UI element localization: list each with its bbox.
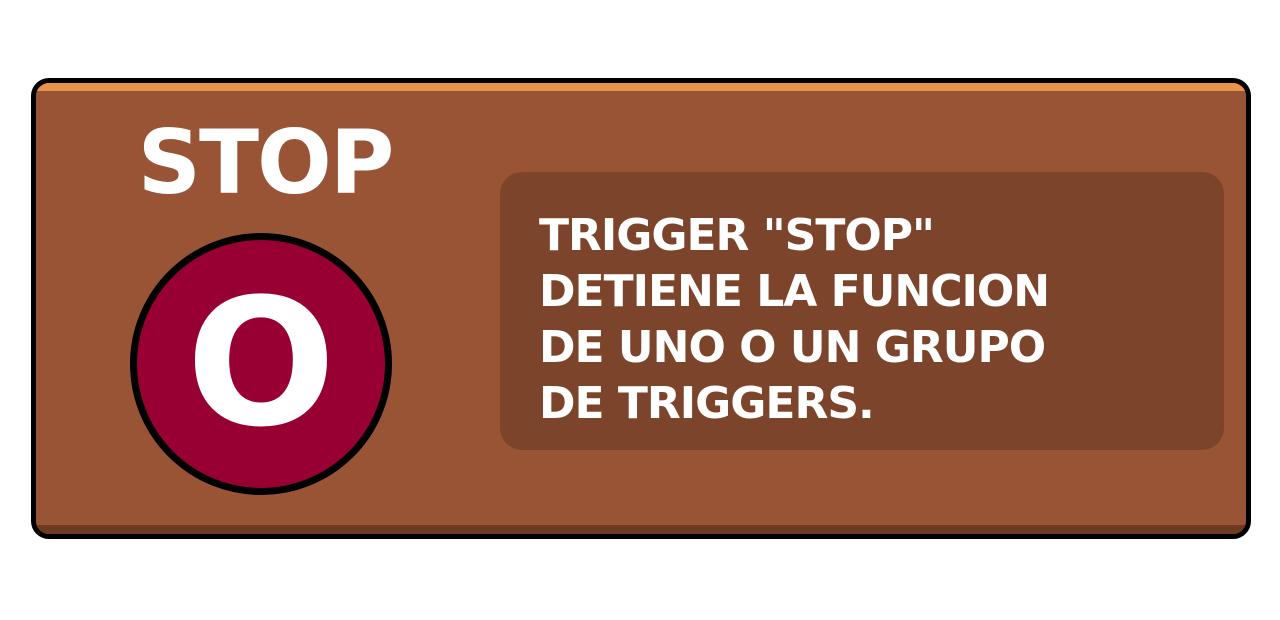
- description-line-1: TRIGGER "STOP": [539, 210, 935, 261]
- badge-letter: O: [186, 261, 336, 466]
- panel-top-highlight: [36, 83, 1246, 91]
- description-text: TRIGGER "STOP" DETIENE LA FUNCION DE UNO…: [539, 208, 1189, 432]
- description-line-2: DETIENE LA FUNCION: [539, 266, 1050, 317]
- trigger-title: STOP: [137, 111, 395, 214]
- description-box: TRIGGER "STOP" DETIENE LA FUNCION DE UNO…: [500, 172, 1224, 450]
- description-line-3: DE UNO O UN GRUPO: [539, 322, 1046, 373]
- trigger-info-panel: STOP O TRIGGER "STOP" DETIENE LA FUNCION…: [31, 78, 1251, 539]
- panel-bottom-shadow: [36, 525, 1246, 534]
- stop-trigger-icon: O: [130, 233, 392, 495]
- description-line-4: DE TRIGGERS.: [539, 378, 875, 429]
- stage: STOP O TRIGGER "STOP" DETIENE LA FUNCION…: [0, 0, 1280, 620]
